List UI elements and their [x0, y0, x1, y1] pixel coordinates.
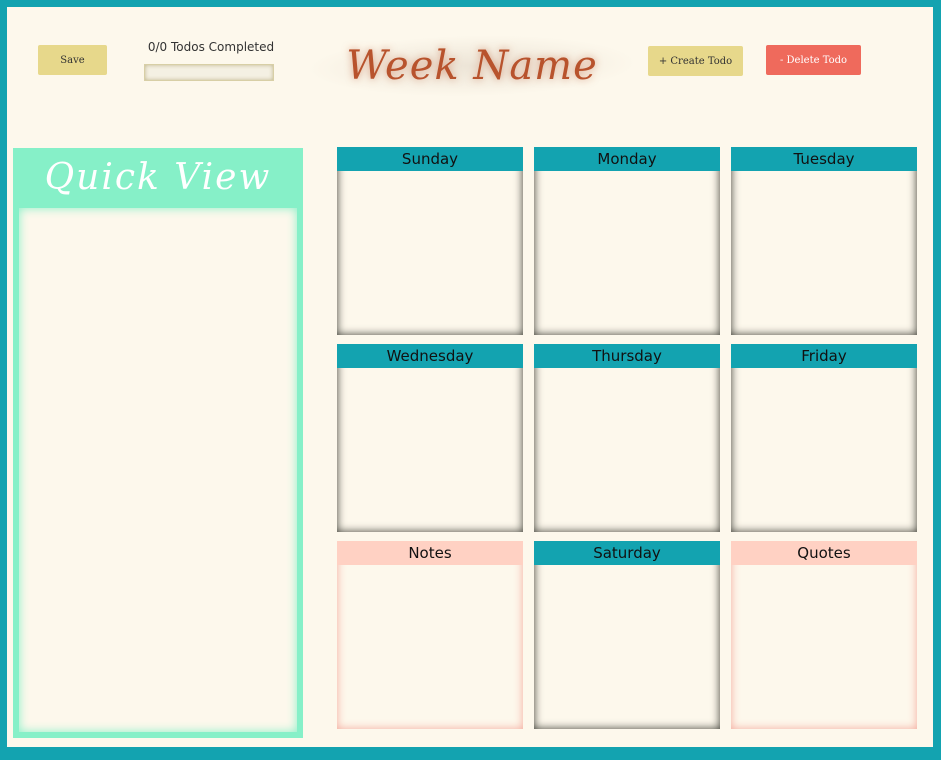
- quick-view-list[interactable]: [19, 208, 297, 732]
- quotes-header: Quotes: [731, 541, 917, 565]
- day-card-friday[interactable]: Friday: [731, 344, 917, 532]
- create-todo-button[interactable]: + Create Todo: [648, 46, 743, 76]
- quick-view-panel: Quick View: [13, 148, 303, 738]
- delete-todo-button[interactable]: - Delete Todo: [766, 45, 861, 75]
- week-name-title[interactable]: Week Name: [307, 29, 637, 103]
- day-header-wednesday: Wednesday: [337, 344, 523, 368]
- progress-label: 0/0 Todos Completed: [147, 40, 275, 54]
- day-header-saturday: Saturday: [534, 541, 720, 565]
- day-card-tuesday[interactable]: Tuesday: [731, 147, 917, 335]
- day-header-friday: Friday: [731, 344, 917, 368]
- save-button[interactable]: Save: [38, 45, 107, 75]
- day-header-tuesday: Tuesday: [731, 147, 917, 171]
- day-header-thursday: Thursday: [534, 344, 720, 368]
- quick-view-header: Quick View: [13, 148, 303, 206]
- week-name-text: Week Name: [346, 43, 598, 89]
- notes-card[interactable]: Notes: [337, 541, 523, 729]
- progress-bar: [144, 64, 274, 81]
- day-card-saturday[interactable]: Saturday: [534, 541, 720, 729]
- day-card-monday[interactable]: Monday: [534, 147, 720, 335]
- app-frame: Save 0/0 Todos Completed Week Name + Cre…: [0, 0, 941, 760]
- notes-header: Notes: [337, 541, 523, 565]
- day-card-sunday[interactable]: Sunday: [337, 147, 523, 335]
- day-header-monday: Monday: [534, 147, 720, 171]
- quotes-card[interactable]: Quotes: [731, 541, 917, 729]
- day-header-sunday: Sunday: [337, 147, 523, 171]
- day-card-thursday[interactable]: Thursday: [534, 344, 720, 532]
- quick-view-title: Quick View: [44, 156, 272, 198]
- planner-page: Save 0/0 Todos Completed Week Name + Cre…: [7, 7, 933, 747]
- day-card-wednesday[interactable]: Wednesday: [337, 344, 523, 532]
